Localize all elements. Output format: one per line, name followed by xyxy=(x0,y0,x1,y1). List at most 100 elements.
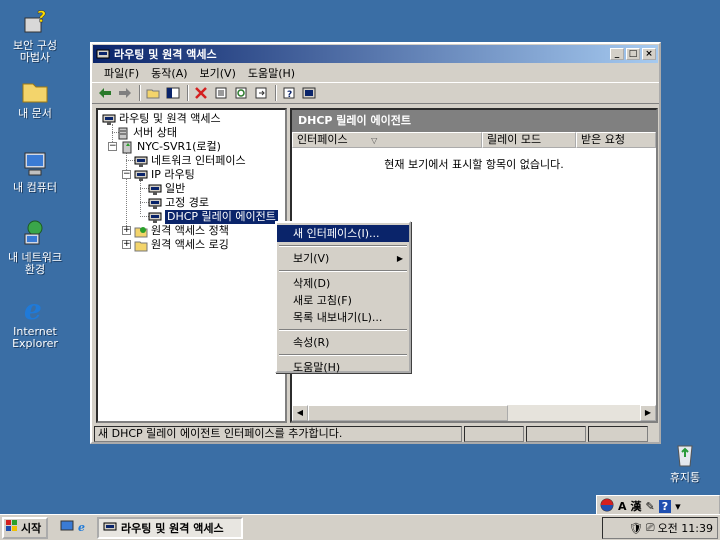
windows-logo-icon xyxy=(6,520,18,535)
console-icon[interactable] xyxy=(300,84,318,102)
tree-item-label: 서버 상태 xyxy=(133,126,177,139)
column-header-relay-mode[interactable]: 릴레이 모드 xyxy=(482,132,576,148)
tree-item-static-routes[interactable]: 고정 경로 xyxy=(148,196,209,210)
quick-launch-desktop-icon[interactable] xyxy=(60,519,74,536)
menu-separator xyxy=(279,354,407,356)
status-text: 새 DHCP 릴레이 에이전트 인터페이스를 추가합니다. xyxy=(94,426,462,442)
properties-icon[interactable] xyxy=(212,84,230,102)
column-header-requests-received[interactable]: 받은 요청 xyxy=(576,132,656,148)
korean-ime-icon[interactable] xyxy=(600,498,614,515)
menu-item-view[interactable]: 보기(V) ▶ xyxy=(277,250,409,267)
tree-pane[interactable]: 라우팅 및 원격 액세스 서버 상태 − NYC-SVR1(로컬) 네트워크 인… xyxy=(96,108,287,423)
tree-item-rras-root[interactable]: 라우팅 및 원격 액세스 xyxy=(102,112,221,126)
quick-launch-ie-icon[interactable]: e xyxy=(78,521,85,534)
tree-item-server-status[interactable]: 서버 상태 xyxy=(116,126,177,140)
column-header-interface[interactable]: 인터페이스 ▽ xyxy=(292,132,482,148)
input-mode-toggle[interactable]: A xyxy=(618,500,627,513)
menu-item-help[interactable]: 도움말(H) xyxy=(277,359,409,376)
clock[interactable]: 오전 11:39 xyxy=(658,520,713,536)
folder-icon xyxy=(134,241,148,251)
menu-item-label: 보기(V) xyxy=(293,252,330,265)
security-wizard-icon: ? xyxy=(19,6,51,38)
tree-item-dhcp-relay-agent[interactable]: DHCP 릴레이 에이전트 xyxy=(148,210,278,224)
tree-item-label: 원격 액세스 정책 xyxy=(151,224,229,237)
menu-separator xyxy=(279,245,407,247)
system-tray: 🛡 ⎚ 오전 11:39 xyxy=(602,517,718,539)
tree-item-network-interfaces[interactable]: 네트워크 인터페이스 xyxy=(134,154,246,168)
up-folder-icon[interactable] xyxy=(144,84,162,102)
task-button-rras[interactable]: 라우팅 및 원격 액세스 xyxy=(97,516,243,539)
general-icon xyxy=(148,184,162,195)
status-panel xyxy=(464,426,524,442)
maximize-button[interactable]: □ xyxy=(626,48,640,60)
svg-text:e: e xyxy=(24,293,42,324)
sort-arrow-icon: ▽ xyxy=(371,136,378,145)
refresh-icon[interactable] xyxy=(232,84,250,102)
desktop-icon-my-computer[interactable]: 내 컴퓨터 xyxy=(0,148,70,194)
start-label: 시작 xyxy=(21,521,42,535)
svg-text:?: ? xyxy=(37,7,46,26)
collapse-toggle[interactable]: − xyxy=(122,170,131,179)
empty-list-message: 현재 보기에서 표시할 항목이 없습니다. xyxy=(384,158,564,171)
title-bar[interactable]: 라우팅 및 원격 액세스 _ □ × xyxy=(93,45,658,63)
network-tray-icon[interactable]: ⎚ xyxy=(646,521,655,535)
ime-pad-icon[interactable]: ✎ xyxy=(646,500,655,513)
toolbar-separator xyxy=(139,85,141,101)
task-label: 라우팅 및 원격 액세스 xyxy=(121,521,224,535)
delete-icon[interactable] xyxy=(192,84,210,102)
desktop-icon-label: 보안 구성 마법사 xyxy=(13,39,57,64)
svg-text:?: ? xyxy=(287,90,292,99)
menu-file[interactable]: 파일(F) xyxy=(98,65,145,81)
menu-view[interactable]: 보기(V) xyxy=(194,65,242,81)
tree-item-general[interactable]: 일반 xyxy=(148,182,185,196)
desktop-icon-security-wizard[interactable]: ? 보안 구성 마법사 xyxy=(0,6,70,64)
tree-item-label: NYC-SVR1(로컬) xyxy=(137,140,221,153)
tree-item-ip-routing[interactable]: IP 라우팅 xyxy=(134,168,195,182)
horizontal-scrollbar[interactable]: ◀ ▶ xyxy=(292,405,656,421)
minimize-button[interactable]: _ xyxy=(610,48,624,60)
tree-item-remote-access-policies[interactable]: 원격 액세스 정책 xyxy=(134,224,229,238)
menu-item-delete[interactable]: 삭제(D) xyxy=(277,275,409,292)
close-button[interactable]: × xyxy=(642,48,656,60)
menu-item-export-list[interactable]: 목록 내보내기(L)... xyxy=(277,309,409,326)
menu-item-refresh[interactable]: 새로 고침(F) xyxy=(277,292,409,309)
recycle-bin-icon xyxy=(669,438,701,470)
folder-icon xyxy=(19,74,51,106)
scroll-right-button[interactable]: ▶ xyxy=(640,405,656,421)
scroll-thumb[interactable] xyxy=(308,405,508,421)
details-header: DHCP 릴레이 에이전트 xyxy=(292,110,656,132)
menu-action[interactable]: 동작(A) xyxy=(145,65,193,81)
desktop-icon-recycle-bin[interactable]: 휴지통 xyxy=(650,438,720,484)
show-hide-tree-icon[interactable] xyxy=(164,84,182,102)
scroll-track[interactable] xyxy=(508,405,640,421)
forward-arrow-icon[interactable] xyxy=(116,84,134,102)
rras-icon xyxy=(103,522,117,531)
collapse-toggle[interactable]: − xyxy=(108,142,117,151)
expand-toggle[interactable]: + xyxy=(122,226,131,235)
tree-item-label: 라우팅 및 원격 액세스 xyxy=(119,112,221,125)
server-up-icon xyxy=(122,141,132,153)
menu-item-properties[interactable]: 속성(R) xyxy=(277,334,409,351)
help-icon[interactable]: ? xyxy=(658,499,672,513)
status-panel xyxy=(526,426,586,442)
help-icon[interactable]: ? xyxy=(280,84,298,102)
security-shield-icon[interactable]: 🛡 xyxy=(629,522,643,535)
tree-item-label: 네트워크 인터페이스 xyxy=(151,154,246,167)
hanja-convert-button[interactable]: 漢 xyxy=(631,498,642,514)
tree-item-server-nyc-svr1[interactable]: NYC-SVR1(로컬) xyxy=(120,140,221,154)
desktop-icon-network[interactable]: 내 네트워크 환경 xyxy=(0,218,70,276)
menu-help[interactable]: 도움말(H) xyxy=(242,65,301,81)
export-list-icon[interactable] xyxy=(252,84,270,102)
scroll-left-button[interactable]: ◀ xyxy=(292,405,308,421)
start-button[interactable]: 시작 xyxy=(2,516,48,539)
server-node-icon xyxy=(102,114,116,125)
menu-separator xyxy=(279,329,407,331)
expand-toggle[interactable]: + xyxy=(122,240,131,249)
context-menu: 새 인터페이스(I)... 보기(V) ▶ 삭제(D) 새로 고침(F) 목록 … xyxy=(275,221,411,376)
chevron-down-icon[interactable]: ▾ xyxy=(675,500,681,513)
menu-item-new-interface[interactable]: 새 인터페이스(I)... xyxy=(277,225,409,242)
back-arrow-icon[interactable] xyxy=(96,84,114,102)
desktop-icon-internet-explorer[interactable]: e Internet Explorer xyxy=(0,292,70,350)
desktop-icon-my-documents[interactable]: 내 문서 xyxy=(0,74,70,120)
tree-item-remote-access-logging[interactable]: 원격 액세스 로깅 xyxy=(134,238,229,252)
